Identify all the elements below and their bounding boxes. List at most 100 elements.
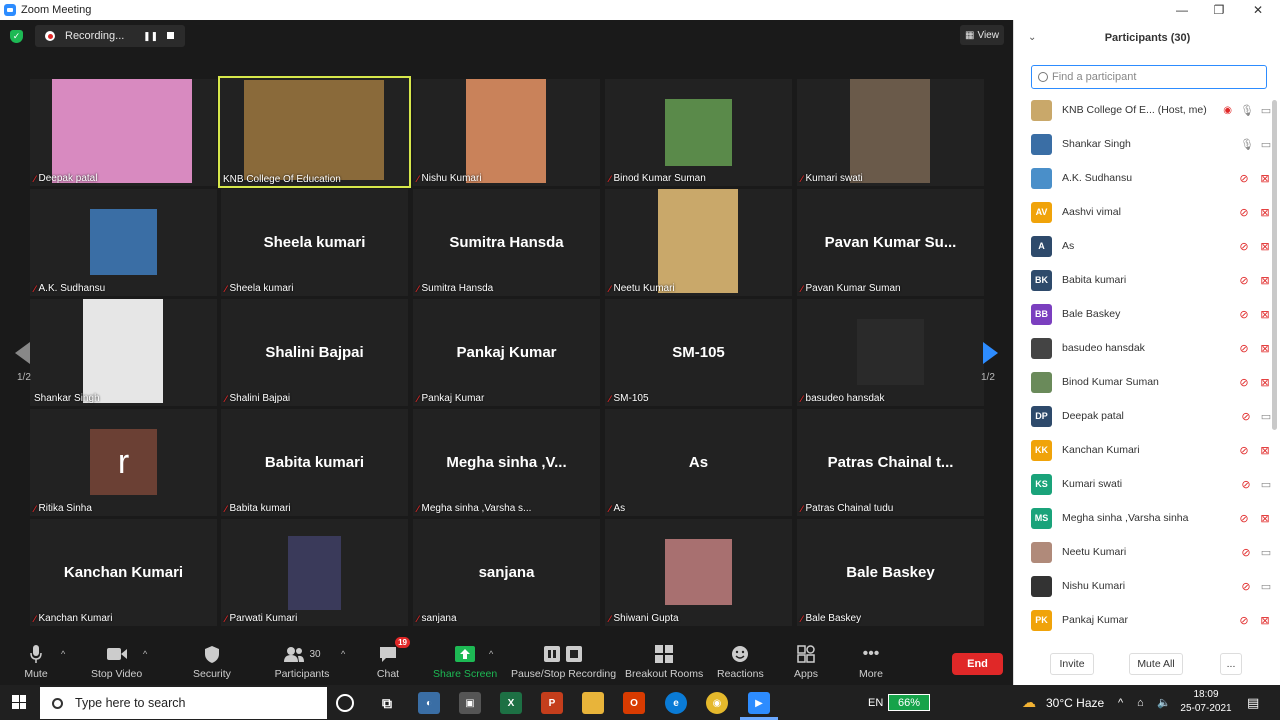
share-screen-button[interactable]: Share Screen — [433, 643, 497, 685]
participant-video-tile[interactable]: ⁄ Deepak patal — [30, 79, 217, 186]
participant-video-tile[interactable]: ⁄ Shiwani Gupta — [605, 519, 792, 626]
participant-row[interactable]: BB Bale Baskey ⊘ ⊠ — [1014, 297, 1272, 331]
video-options-chevron-icon[interactable]: ^ — [143, 649, 147, 659]
participant-row[interactable]: BK Babita kumari ⊘ ⊠ — [1014, 263, 1272, 297]
muted-mic-icon[interactable]: ⊘ — [1240, 580, 1252, 593]
video-off-icon[interactable]: ⊠ — [1258, 342, 1272, 355]
excel-icon[interactable]: X — [500, 692, 522, 714]
participant-video-tile[interactable]: ⁄ A.K. Sudhansu — [30, 189, 217, 296]
muted-mic-icon[interactable]: ⊘ — [1238, 172, 1250, 185]
mute-button[interactable]: Mute — [24, 643, 48, 685]
participant-video-tile[interactable]: Shankar Singh — [30, 299, 217, 406]
participant-row[interactable]: DP Deepak patal ⊘ ▭ — [1014, 399, 1272, 433]
video-off-icon[interactable]: ⊠ — [1258, 376, 1272, 389]
participant-video-tile[interactable]: Sumitra Hansda ⁄ Sumitra Hansda — [413, 189, 600, 296]
audio-options-chevron-icon[interactable]: ^ — [61, 649, 65, 659]
participant-row[interactable]: A.K. Sudhansu ⊘ ⊠ — [1014, 161, 1272, 195]
file-explorer-icon[interactable] — [582, 692, 604, 714]
participant-video-tile[interactable]: ⁄ Kumari swati — [797, 79, 984, 186]
muted-mic-icon[interactable]: ⊘ — [1238, 308, 1250, 321]
pause-stop-recording-button[interactable]: Pause/Stop Recording — [511, 643, 616, 685]
microphone-icon[interactable]: 🎙 — [1240, 138, 1254, 151]
view-button[interactable]: ▦ View — [960, 25, 1004, 45]
participant-video-tile[interactable]: ⁄ Neetu Kumari — [605, 189, 792, 296]
muted-mic-icon[interactable]: ⊘ — [1238, 444, 1250, 457]
taskbar-clock[interactable]: 18:09 25-07-2021 — [1178, 688, 1234, 716]
app-tray-icon[interactable]: ◐ — [418, 692, 440, 714]
participant-video-tile[interactable]: KNB College Of Education — [218, 76, 411, 188]
video-off-icon[interactable]: ⊠ — [1258, 444, 1272, 457]
next-page-arrow-icon[interactable] — [983, 342, 998, 364]
participant-video-tile[interactable]: ⁄ basudeo hansdak — [797, 299, 984, 406]
participant-row[interactable]: KNB College Of E... (Host, me) ◉ 🎙 ▭ — [1014, 93, 1272, 127]
reactions-button[interactable]: Reactions — [717, 643, 764, 685]
volume-icon[interactable]: 🔈 — [1157, 685, 1171, 720]
end-meeting-button[interactable]: End — [952, 653, 1003, 675]
video-camera-icon[interactable]: ▭ — [1260, 410, 1272, 423]
more-options-button[interactable]: ... — [1220, 653, 1242, 675]
store-icon[interactable]: ▣ — [459, 692, 481, 714]
office-icon[interactable]: O — [623, 692, 645, 714]
language-indicator[interactable]: EN — [868, 685, 883, 720]
video-off-icon[interactable]: ⊠ — [1258, 512, 1272, 525]
weather-text[interactable]: 30°C Haze — [1046, 685, 1104, 720]
security-button[interactable]: Security — [193, 643, 231, 685]
video-camera-icon[interactable]: ▭ — [1260, 546, 1272, 559]
participant-video-tile[interactable]: ⁄ Nishu Kumari — [413, 79, 600, 186]
participant-video-tile[interactable]: Shalini Bajpai ⁄ Shalini Bajpai — [221, 299, 408, 406]
muted-mic-icon[interactable]: ⊘ — [1238, 512, 1250, 525]
participant-video-tile[interactable]: SM-105 ⁄ SM-105 — [605, 299, 792, 406]
participant-video-tile[interactable]: ⁄ Parwati Kumari — [221, 519, 408, 626]
muted-mic-icon[interactable]: ⊘ — [1238, 206, 1250, 219]
pause-recording-icon[interactable]: ❚❚ — [143, 31, 158, 42]
participant-row[interactable]: Neetu Kumari ⊘ ▭ — [1014, 535, 1272, 569]
participant-video-tile[interactable]: ⁄ Binod Kumar Suman — [605, 79, 792, 186]
chrome-icon[interactable]: ◉ — [706, 692, 728, 714]
participant-row[interactable]: MS Megha sinha ,Varsha sinha ⊘ ⊠ — [1014, 501, 1272, 535]
tray-chevron-icon[interactable]: ^ — [1118, 685, 1123, 720]
encryption-shield-icon[interactable]: ✓ — [10, 30, 23, 43]
participants-options-chevron-icon[interactable]: ^ — [341, 649, 345, 659]
more-button[interactable]: ••• More — [859, 643, 883, 685]
invite-button[interactable]: Invite — [1050, 653, 1094, 675]
notifications-icon[interactable]: ▤ — [1247, 685, 1259, 720]
participant-video-tile[interactable]: As ⁄ As — [605, 409, 792, 516]
participant-row[interactable]: Nishu Kumari ⊘ ▭ — [1014, 569, 1272, 603]
participant-row[interactable]: basudeo hansdak ⊘ ⊠ — [1014, 331, 1272, 365]
participant-row[interactable]: KK Kanchan Kumari ⊘ ⊠ — [1014, 433, 1272, 467]
muted-mic-icon[interactable]: ⊘ — [1238, 614, 1250, 627]
cortana-icon[interactable] — [336, 694, 354, 712]
taskbar-search-box[interactable]: Type here to search — [40, 687, 327, 719]
participant-video-tile[interactable]: Sheela kumari ⁄ Sheela kumari — [221, 189, 408, 296]
stop-recording-icon[interactable] — [167, 32, 174, 39]
participant-row[interactable]: PK Pankaj Kumar ⊘ ⊠ — [1014, 603, 1272, 637]
microphone-icon[interactable]: 🎙 — [1240, 104, 1254, 117]
participant-video-tile[interactable]: Kanchan Kumari ⁄ Kanchan Kumari — [30, 519, 217, 626]
video-off-icon[interactable]: ⊠ — [1258, 614, 1272, 627]
participant-row[interactable]: KS Kumari swati ⊘ ▭ — [1014, 467, 1272, 501]
participant-list-scrollbar[interactable] — [1272, 100, 1277, 430]
participant-video-tile[interactable]: Megha sinha ,V... ⁄ Megha sinha ,Varsha s.… — [413, 409, 600, 516]
close-button[interactable]: ✕ — [1238, 0, 1278, 20]
video-camera-icon[interactable]: ▭ — [1260, 580, 1272, 593]
muted-mic-icon[interactable]: ⊘ — [1238, 376, 1250, 389]
participant-video-tile[interactable]: Bale Baskey ⁄ Bale Baskey — [797, 519, 984, 626]
participant-video-tile[interactable]: sanjana ⁄ sanjana — [413, 519, 600, 626]
stop-video-button[interactable]: Stop Video — [91, 643, 142, 685]
participant-row[interactable]: Binod Kumar Suman ⊘ ⊠ — [1014, 365, 1272, 399]
video-camera-icon[interactable]: ▭ — [1260, 478, 1272, 491]
video-off-icon[interactable]: ⊠ — [1258, 206, 1272, 219]
participant-video-tile[interactable]: Babita kumari ⁄ Babita kumari — [221, 409, 408, 516]
minimize-button[interactable]: — — [1162, 0, 1202, 20]
video-off-icon[interactable]: ⊠ — [1258, 308, 1272, 321]
muted-mic-icon[interactable]: ⊘ — [1240, 478, 1252, 491]
previous-page-arrow-icon[interactable] — [15, 342, 30, 364]
participant-row[interactable]: A As ⊘ ⊠ — [1014, 229, 1272, 263]
weather-icon[interactable]: ☁ — [1022, 685, 1036, 720]
participant-row[interactable]: Shankar Singh 🎙 ▭ — [1014, 127, 1272, 161]
network-icon[interactable]: ⌂ — [1137, 685, 1144, 720]
video-off-icon[interactable]: ⊠ — [1258, 274, 1272, 287]
battery-indicator[interactable]: 66% — [888, 694, 930, 711]
zoom-taskbar-icon[interactable]: ▶ — [748, 692, 770, 714]
muted-mic-icon[interactable]: ⊘ — [1238, 274, 1250, 287]
